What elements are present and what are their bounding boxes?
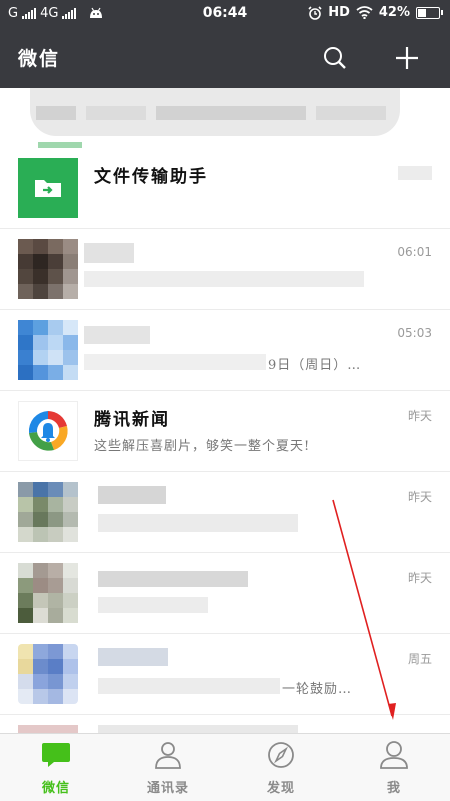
tab-me[interactable]: 我 — [338, 734, 450, 801]
search-icon — [324, 47, 346, 69]
chat-preview: 一轮鼓励… — [282, 682, 353, 697]
chat-time: 05:03 — [397, 326, 432, 340]
tab-bar: 微信 通讯录 发现 我 — [0, 733, 450, 801]
chat-time: 06:01 — [397, 245, 432, 259]
alarm-icon — [308, 5, 322, 20]
blurred-name — [84, 243, 134, 263]
tab-discover[interactable]: 发现 — [225, 734, 337, 801]
battery-icon — [416, 6, 443, 19]
tencent-news-logo-icon — [28, 411, 68, 451]
chat-item-file-transfer[interactable]: 文件传输助手 — [0, 148, 450, 229]
avatar — [18, 320, 78, 380]
tab-label: 通讯录 — [146, 781, 189, 796]
chat-preview: 9日（周日）… — [268, 358, 362, 373]
chat-time: 昨天 — [407, 571, 432, 585]
avatar — [18, 239, 78, 299]
tab-label: 发现 — [266, 781, 295, 796]
blurred-name — [98, 486, 166, 504]
chat-time: 昨天 — [407, 409, 432, 423]
blurred-banner[interactable] — [30, 88, 400, 136]
blurred-preview — [98, 597, 208, 613]
avatar — [18, 644, 78, 704]
plus-icon — [396, 47, 418, 69]
add-button[interactable] — [388, 39, 426, 77]
hd-label: HD — [328, 5, 350, 20]
blurred-preview — [84, 354, 266, 370]
blurred-name — [98, 571, 248, 587]
blurred-preview — [98, 514, 298, 532]
person-icon — [376, 740, 412, 772]
blurred-time — [398, 166, 432, 180]
tab-chats[interactable]: 微信 — [0, 734, 112, 801]
battery-percent: 42% — [378, 5, 410, 20]
chat-item[interactable]: 昨天 — [0, 553, 450, 634]
page-title: 微信 — [18, 48, 61, 70]
blurred-name — [98, 648, 168, 666]
chat-name: 腾讯新闻 — [94, 410, 170, 430]
chat-bubble-icon — [38, 740, 74, 772]
chat-list: 文件传输助手 06:01 9日（周日）… 05:03 腾讯新闻 这些解压喜剧片，… — [0, 148, 450, 796]
tab-label: 我 — [386, 781, 401, 796]
avatar — [18, 482, 78, 542]
blurred-preview — [98, 678, 280, 694]
chat-name: 文件传输助手 — [94, 167, 208, 187]
tab-contacts[interactable]: 通讯录 — [112, 734, 224, 801]
chat-time: 昨天 — [407, 490, 432, 504]
search-button[interactable] — [316, 39, 354, 77]
compass-icon — [263, 740, 299, 772]
contacts-icon — [150, 740, 186, 772]
tencent-news-avatar — [18, 401, 78, 461]
status-bar: G 4G 06:44 HD 42% — [0, 0, 450, 29]
file-transfer-avatar — [18, 158, 78, 218]
chat-item[interactable]: 一轮鼓励… 周五 — [0, 634, 450, 715]
tab-label: 微信 — [41, 781, 70, 796]
folder-arrow-icon — [35, 180, 61, 197]
chat-item[interactable]: 06:01 — [0, 229, 450, 310]
chat-item[interactable]: 昨天 — [0, 472, 450, 553]
app-header: 微信 — [0, 29, 450, 88]
chat-preview: 这些解压喜剧片，够笑一整个夏天! — [94, 439, 311, 454]
blurred-preview — [84, 271, 364, 287]
avatar — [18, 563, 78, 623]
blurred-name — [84, 326, 150, 344]
wifi-icon — [356, 6, 373, 19]
chat-time: 周五 — [407, 652, 432, 666]
chat-item-tencent-news[interactable]: 腾讯新闻 这些解压喜剧片，够笑一整个夏天! 昨天 — [0, 391, 450, 472]
chat-item[interactable]: 9日（周日）… 05:03 — [0, 310, 450, 391]
